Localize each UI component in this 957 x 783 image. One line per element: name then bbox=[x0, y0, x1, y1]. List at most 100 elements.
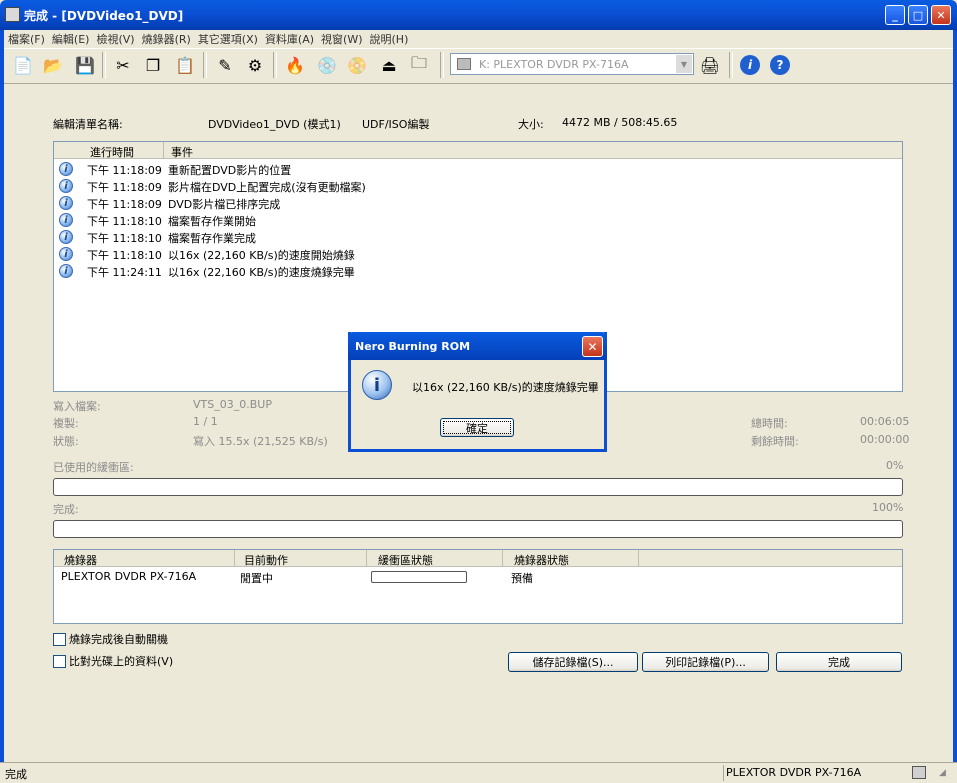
minimize-button[interactable]: _ bbox=[885, 5, 905, 25]
cut-icon[interactable]: ✂ bbox=[110, 52, 136, 78]
log-row[interactable]: i 下午 11:18:09 重新配置DVD影片的位置 bbox=[54, 161, 899, 178]
toolbar-separator bbox=[102, 52, 106, 78]
log-time: 下午 11:18:10 bbox=[87, 249, 162, 262]
maximize-button[interactable]: □ bbox=[908, 5, 928, 25]
buffer-progress-bar bbox=[53, 478, 903, 496]
menu-extras[interactable]: 其它選項(X) bbox=[198, 31, 258, 47]
recorder-header: 燒錄器 目前動作 緩衝區狀態 燒錄器狀態 bbox=[54, 550, 902, 567]
save-icon[interactable]: 💾 bbox=[72, 52, 98, 78]
log-time: 下午 11:18:10 bbox=[87, 215, 162, 228]
open-folder-icon[interactable]: 📂 bbox=[40, 52, 66, 78]
verify-label: 比對光碟上的資料(V) bbox=[69, 655, 174, 668]
state-value: 寫入 15.5x (21,525 KB/s) bbox=[193, 435, 328, 448]
recorder-status-icon bbox=[912, 766, 926, 779]
recorder-drive-icon bbox=[457, 58, 471, 70]
column-recorder[interactable]: 燒錄器 bbox=[64, 552, 97, 568]
disc-copy-icon[interactable]: 💿 bbox=[314, 52, 340, 78]
log-event: 以16x (22,160 KB/s)的速度開始燒錄 bbox=[168, 249, 355, 262]
column-recorder-state[interactable]: 燒錄器狀態 bbox=[514, 552, 569, 568]
info-icon: i bbox=[59, 213, 73, 227]
remaining-time-value: 00:00:00 bbox=[860, 433, 910, 446]
copies-value: 1 / 1 bbox=[193, 415, 218, 428]
menu-help[interactable]: 說明(H) bbox=[370, 31, 409, 47]
menu-recorder[interactable]: 燒錄器(R) bbox=[142, 31, 191, 47]
log-event: 影片檔在DVD上配置完成(沒有更動檔案) bbox=[168, 181, 366, 194]
menu-edit[interactable]: 編輯(E) bbox=[52, 31, 90, 47]
compilation-size-label: 大小: bbox=[518, 118, 544, 131]
dialog-info-icon: i bbox=[362, 370, 392, 400]
log-row[interactable]: i 下午 11:18:09 DVD影片檔已排序完成 bbox=[54, 195, 899, 212]
verify-checkbox[interactable] bbox=[53, 654, 66, 668]
auto-shutdown-checkbox[interactable] bbox=[53, 632, 66, 646]
menu-view[interactable]: 檢視(V) bbox=[96, 31, 134, 47]
log-event: 檔案暫存作業完成 bbox=[168, 232, 256, 245]
log-row[interactable]: i 下午 11:18:10 以16x (22,160 KB/s)的速度開始燒錄 bbox=[54, 246, 899, 263]
column-buffer-state[interactable]: 緩衝區狀態 bbox=[378, 552, 433, 568]
status-recorder: PLEXTOR DVDR PX-716A bbox=[726, 766, 862, 779]
menu-file[interactable]: 檔案(F) bbox=[8, 31, 45, 47]
remaining-time-label: 剩餘時間: bbox=[751, 435, 799, 448]
eject-icon[interactable]: ⏏ bbox=[376, 52, 402, 78]
log-time: 下午 11:18:09 bbox=[87, 181, 162, 194]
log-event: DVD影片檔已排序完成 bbox=[168, 198, 281, 211]
complete-percent: 100% bbox=[872, 501, 904, 514]
title-bar[interactable]: 完成 - [DVDVideo1_DVD] _ □ ✕ bbox=[0, 0, 957, 30]
chevron-down-icon[interactable]: ▼ bbox=[676, 55, 692, 73]
app-icon bbox=[5, 7, 20, 22]
folder-icon[interactable]: 🗀 bbox=[406, 52, 432, 78]
compilation-name: DVDVideo1_DVD (模式1) bbox=[208, 118, 341, 131]
recorder-name: PLEXTOR DVDR PX-716A bbox=[61, 570, 197, 583]
save-log-button[interactable]: 儲存記錄檔(S)... bbox=[508, 652, 638, 672]
column-event[interactable]: 事件 bbox=[171, 144, 193, 160]
log-time: 下午 11:18:09 bbox=[87, 164, 162, 177]
menu-window[interactable]: 視窗(W) bbox=[321, 31, 362, 47]
copy-icon[interactable]: ❐ bbox=[140, 52, 166, 78]
dialog-close-button[interactable]: ✕ bbox=[582, 336, 603, 357]
info-icon: i bbox=[59, 179, 73, 193]
column-current-action[interactable]: 目前動作 bbox=[244, 552, 288, 568]
info-icon: i bbox=[59, 162, 73, 176]
recorder-buffer-bar bbox=[371, 571, 467, 583]
auto-shutdown-option[interactable]: 燒錄完成後自動關機 bbox=[53, 631, 168, 647]
log-row[interactable]: i 下午 11:24:11 以16x (22,160 KB/s)的速度燒錄完畢 bbox=[54, 263, 899, 280]
log-row[interactable]: i 下午 11:18:09 影片檔在DVD上配置完成(沒有更動檔案) bbox=[54, 178, 899, 195]
disc-info-icon[interactable]: 📀 bbox=[344, 52, 370, 78]
dialog-message: 以16x (22,160 KB/s)的速度燒錄完畢 bbox=[412, 381, 599, 394]
compilation-name-label: 編輯清單名稱: bbox=[53, 118, 123, 131]
close-button[interactable]: ✕ bbox=[931, 5, 951, 25]
log-row[interactable]: i 下午 11:18:10 檔案暫存作業開始 bbox=[54, 212, 899, 229]
menu-database[interactable]: 資料庫(A) bbox=[265, 31, 314, 47]
dialog-title: Nero Burning ROM bbox=[355, 340, 471, 353]
dialog-title-bar[interactable]: Nero Burning ROM ✕ bbox=[348, 332, 607, 360]
writing-file: VTS_03_0.BUP bbox=[193, 398, 272, 411]
paste-icon[interactable]: 📋 bbox=[172, 52, 198, 78]
writing-file-label: 寫入檔案: bbox=[53, 400, 101, 413]
recorder-row[interactable]: PLEXTOR DVDR PX-716A 閒置中 預備 bbox=[54, 567, 902, 585]
copies-label: 複製: bbox=[53, 417, 79, 430]
log-row[interactable]: i 下午 11:18:10 檔案暫存作業完成 bbox=[54, 229, 899, 246]
resize-grip-icon[interactable]: ◢ bbox=[939, 768, 946, 778]
recorder-action: 閒置中 bbox=[240, 572, 273, 585]
done-button[interactable]: 完成 bbox=[776, 652, 902, 672]
info-icon[interactable]: i bbox=[737, 52, 763, 78]
info-icon: i bbox=[59, 247, 73, 261]
print-log-button[interactable]: 列印記錄檔(P)... bbox=[642, 652, 769, 672]
recorder-status: 預備 bbox=[511, 572, 533, 585]
log-time: 下午 11:18:10 bbox=[87, 232, 162, 245]
recorder-icon[interactable]: 🖨 bbox=[697, 52, 723, 78]
recorder-select[interactable]: K: PLEXTOR DVDR PX-716A ▼ bbox=[450, 53, 694, 75]
dialog-ok-button[interactable]: 確定 bbox=[440, 418, 514, 437]
new-file-icon[interactable]: 📄 bbox=[10, 52, 36, 78]
edit-icon[interactable]: ✎ bbox=[212, 52, 238, 78]
toolbar-separator bbox=[273, 52, 277, 78]
complete-progress-bar bbox=[53, 520, 903, 538]
state-label: 狀態: bbox=[53, 435, 79, 448]
recorder-list[interactable]: 燒錄器 目前動作 緩衝區狀態 燒錄器狀態 PLEXTOR DVDR PX-716… bbox=[53, 549, 903, 624]
verify-option[interactable]: 比對光碟上的資料(V) bbox=[53, 653, 173, 669]
help-icon[interactable]: ? bbox=[767, 52, 793, 78]
burn-icon[interactable]: 🔥 bbox=[282, 52, 308, 78]
menu-bar: 檔案(F) 編輯(E) 檢視(V) 燒錄器(R) 其它選項(X) 資料庫(A) … bbox=[4, 30, 953, 48]
log-event: 檔案暫存作業開始 bbox=[168, 215, 256, 228]
column-time[interactable]: 進行時間 bbox=[90, 144, 134, 160]
settings-icon[interactable]: ⚙ bbox=[242, 52, 268, 78]
